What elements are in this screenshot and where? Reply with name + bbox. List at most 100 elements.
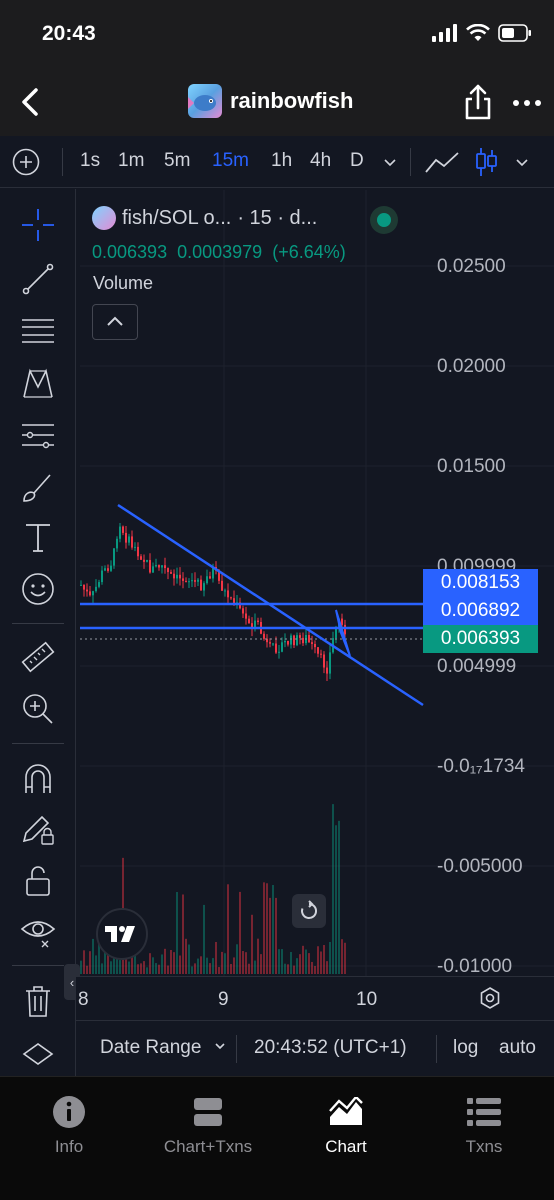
timeframe-1m[interactable]: 1m — [118, 150, 144, 172]
reset-chart-button[interactable] — [292, 894, 326, 928]
timeframe-1h[interactable]: 1h — [271, 150, 292, 172]
plus-circle-icon — [12, 148, 40, 176]
share-icon — [465, 84, 491, 120]
tab-label: Chart+Txns — [163, 1137, 253, 1156]
timeframe-15m[interactable]: 15m — [212, 150, 249, 172]
share-button[interactable] — [460, 82, 496, 122]
divider — [12, 743, 64, 744]
tab-chart-txns[interactable]: Chart+Txns — [143, 1095, 273, 1157]
legend-change-pct: (+6.64%) — [272, 242, 346, 262]
candlestick-icon[interactable] — [474, 146, 498, 178]
remove-drawings-tool[interactable] — [18, 981, 58, 1021]
zoom-tool[interactable] — [18, 689, 58, 729]
chevron-down-icon[interactable] — [514, 154, 530, 170]
time-axis-label: 8 — [78, 989, 89, 1010]
divider — [62, 148, 63, 176]
timeframe-1s[interactable]: 1s — [80, 150, 100, 172]
tab-info[interactable]: Info — [4, 1095, 134, 1157]
price-tag-line-2[interactable]: 0.006892 — [423, 597, 538, 625]
collapse-legend-button[interactable] — [92, 304, 138, 340]
ruler-lines-icon — [22, 424, 54, 449]
pencil-lock-icon — [22, 815, 54, 845]
trend-line-tool[interactable] — [18, 259, 58, 299]
status-time: 20:43 — [42, 22, 96, 45]
auto-scale-toggle[interactable]: auto — [499, 1037, 536, 1059]
forecast-tool[interactable] — [18, 415, 58, 455]
fib-retracement-tool[interactable] — [18, 311, 58, 351]
trend-line-icon — [22, 263, 54, 295]
legend-change: 0.0003979 — [177, 242, 263, 262]
lock-all-tool[interactable] — [18, 861, 58, 901]
timeframe-4h[interactable]: 4h — [310, 150, 331, 172]
lock-drawing-tool[interactable] — [18, 809, 58, 849]
tab-txns[interactable]: Txns — [419, 1095, 549, 1157]
wifi-icon — [466, 24, 490, 41]
chevron-up-icon — [107, 316, 123, 326]
crosshair-tool[interactable] — [18, 205, 58, 245]
horizontal-lines-icon — [22, 319, 54, 343]
legend-interval: · 15 · d... — [237, 206, 318, 229]
split-view-icon — [194, 1098, 222, 1126]
price-axis-label: -0.0₁₇1734 — [437, 756, 525, 777]
date-range-label: Date Range — [100, 1037, 202, 1058]
log-scale-toggle[interactable]: log — [453, 1037, 478, 1059]
pattern-icon — [23, 368, 53, 398]
last-price-tag: 0.006393 — [423, 625, 538, 653]
back-button[interactable] — [14, 84, 46, 120]
status-icons — [432, 24, 532, 42]
hide-drawings-tool[interactable] — [18, 911, 58, 951]
divider — [236, 1035, 237, 1063]
divider — [436, 1035, 437, 1063]
settings-icon[interactable] — [478, 986, 502, 1010]
price-tag-line-1[interactable]: 0.008153 — [423, 569, 538, 597]
status-bar: 20:43 — [0, 0, 554, 70]
tradingview-logo[interactable] — [96, 908, 148, 960]
line-chart-icon[interactable] — [424, 150, 460, 176]
divider — [12, 623, 64, 624]
tab-label: Info — [54, 1137, 84, 1156]
measure-tool[interactable] — [18, 637, 58, 677]
nav-bar: rainbowfish — [0, 70, 554, 136]
magnet-icon — [25, 764, 51, 793]
battery-icon — [498, 24, 531, 42]
timeframe-D[interactable]: D — [350, 150, 364, 172]
chart-bottom-bar: Date Range 20:43:52 (UTC+1) log auto — [76, 1020, 554, 1076]
chart-toolbar: 1s 1m 5m 15m 1h 4h D — [0, 136, 554, 188]
market-status-indicator[interactable] — [370, 206, 398, 234]
token-avatar — [188, 84, 222, 118]
drawing-toolbar — [0, 189, 76, 1076]
price-axis-label: 0.01500 — [437, 456, 506, 477]
tab-label: Txns — [465, 1137, 503, 1156]
reset-icon — [301, 900, 318, 919]
price-axis-label: -0.01000 — [437, 956, 513, 977]
tab-chart[interactable]: Chart — [281, 1095, 411, 1157]
pattern-tool[interactable] — [18, 363, 58, 403]
chart-icon — [329, 1097, 363, 1125]
layers-tool[interactable] — [18, 1041, 58, 1071]
clock-timezone[interactable]: 20:43:52 (UTC+1) — [254, 1037, 407, 1059]
list-icon — [467, 1098, 501, 1126]
legend-symbol: fish/SOL o... — [122, 206, 232, 229]
tab-bar: Info Chart+Txns Chart Txns — [0, 1076, 554, 1200]
ohlc-values: 0.006393 0.0003979 (+6.64%) — [92, 242, 346, 263]
price-axis-label: 0.02500 — [437, 256, 506, 277]
emoji-tool[interactable] — [18, 569, 58, 609]
eye-icon — [20, 921, 56, 948]
time-axis-label: 9 — [218, 989, 229, 1010]
tradingview-icon — [105, 926, 135, 942]
more-button[interactable] — [512, 96, 542, 108]
chevron-down-icon[interactable] — [382, 154, 398, 170]
add-symbol-button[interactable] — [12, 148, 40, 176]
chart-legend[interactable]: fish/SOL o... · 15 · d... — [92, 206, 317, 230]
timeframe-5m[interactable]: 5m — [164, 150, 190, 172]
magnet-tool[interactable] — [18, 759, 58, 799]
crosshair-icon — [22, 209, 54, 241]
date-range-button[interactable]: Date Range — [100, 1037, 227, 1059]
page-title: rainbowfish — [230, 88, 354, 113]
chevron-left-icon — [22, 88, 38, 116]
tab-label: Chart — [325, 1137, 367, 1156]
brush-tool[interactable] — [18, 467, 58, 507]
price-axis-label: 0.004999 — [437, 656, 517, 677]
brush-icon — [23, 474, 51, 502]
text-tool[interactable] — [18, 517, 58, 557]
